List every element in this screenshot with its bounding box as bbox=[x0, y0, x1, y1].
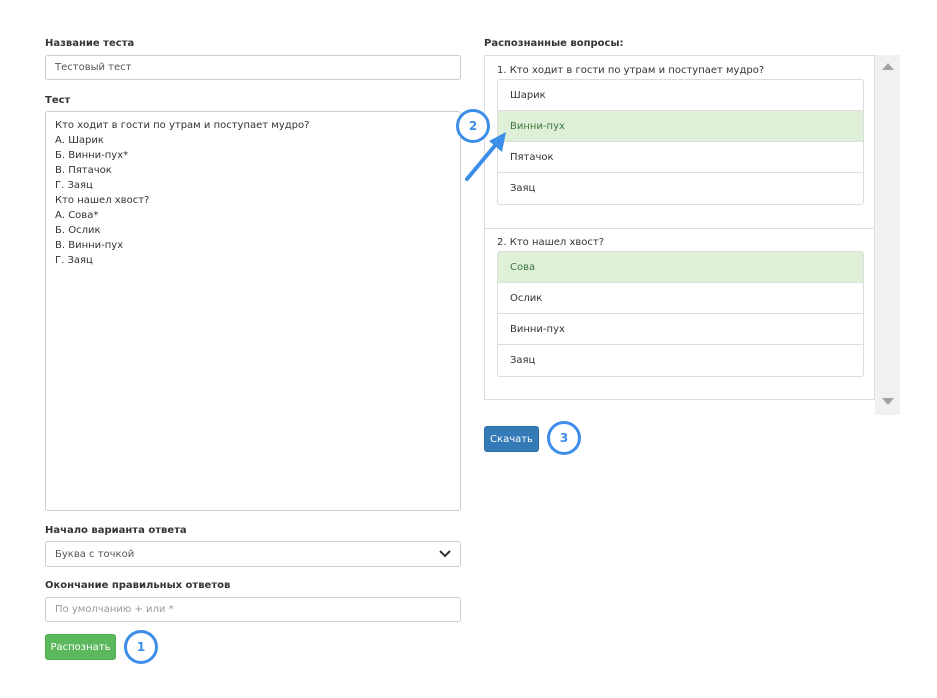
test-line: Кто нашел хвост? bbox=[55, 195, 150, 206]
answer-item[interactable]: Заяц bbox=[498, 173, 863, 204]
answer-start-label: Начало варианта ответа bbox=[45, 525, 187, 536]
answer-item[interactable]: Пятачок bbox=[498, 142, 863, 173]
answer-item[interactable]: Шарик bbox=[498, 80, 863, 111]
answer-item[interactable]: Заяц bbox=[498, 345, 863, 376]
answer-start-select[interactable]: Буква с точкой bbox=[45, 541, 461, 567]
scroll-down-arrow-icon[interactable] bbox=[882, 398, 894, 405]
answer-item[interactable]: Ослик bbox=[498, 283, 863, 314]
test-line: Б. Винни-пух* bbox=[55, 150, 129, 161]
callout-1: 1 bbox=[124, 630, 158, 664]
test-line: А. Сова* bbox=[55, 210, 99, 221]
test-line: Б. Ослик bbox=[55, 225, 101, 236]
chevron-down-icon bbox=[439, 550, 451, 558]
callout-3: 3 bbox=[547, 421, 581, 455]
recognize-button[interactable]: Распознать bbox=[45, 634, 116, 660]
test-line: Г. Заяц bbox=[55, 180, 93, 191]
test-textarea[interactable]: Кто ходит в гости по утрам и поступает м… bbox=[45, 111, 461, 511]
test-line: А. Шарик bbox=[55, 135, 104, 146]
scrollbar[interactable] bbox=[875, 55, 900, 415]
test-name-label: Название теста bbox=[45, 38, 135, 49]
pointer-arrow-icon bbox=[465, 132, 506, 181]
answer-start-value: Буква с точкой bbox=[55, 548, 135, 560]
test-line: Г. Заяц bbox=[55, 255, 93, 266]
test-name-input[interactable]: Тестовый тест bbox=[45, 55, 461, 80]
questions-panel: 1. Кто ходит в гости по утрам и поступае… bbox=[484, 55, 875, 400]
question-title: 1. Кто ходит в гости по утрам и поступае… bbox=[497, 65, 765, 76]
test-text-label: Тест bbox=[45, 95, 71, 106]
test-line: В. Винни-пух bbox=[55, 240, 124, 251]
answer-item-correct[interactable]: Сова bbox=[498, 252, 863, 283]
test-line: В. Пятачок bbox=[55, 165, 112, 176]
answer-list: Шарик Винни-пух Пятачок Заяц bbox=[497, 79, 864, 205]
question-title: 2. Кто нашел хвост? bbox=[497, 237, 605, 248]
scroll-up-arrow-icon[interactable] bbox=[882, 63, 894, 70]
correct-end-input[interactable]: По умолчанию + или * bbox=[45, 597, 461, 622]
test-line: Кто ходит в гости по утрам и поступает м… bbox=[55, 120, 310, 131]
correct-end-label: Окончание правильных ответов bbox=[45, 580, 231, 591]
results-label: Распознанные вопросы: bbox=[484, 38, 624, 49]
answer-list: Сова Ослик Винни-пух Заяц bbox=[497, 251, 864, 377]
answer-item-correct[interactable]: Винни-пух bbox=[498, 111, 863, 142]
answer-item[interactable]: Винни-пух bbox=[498, 314, 863, 345]
question-divider bbox=[485, 228, 874, 229]
download-button[interactable]: Скачать bbox=[484, 426, 539, 452]
